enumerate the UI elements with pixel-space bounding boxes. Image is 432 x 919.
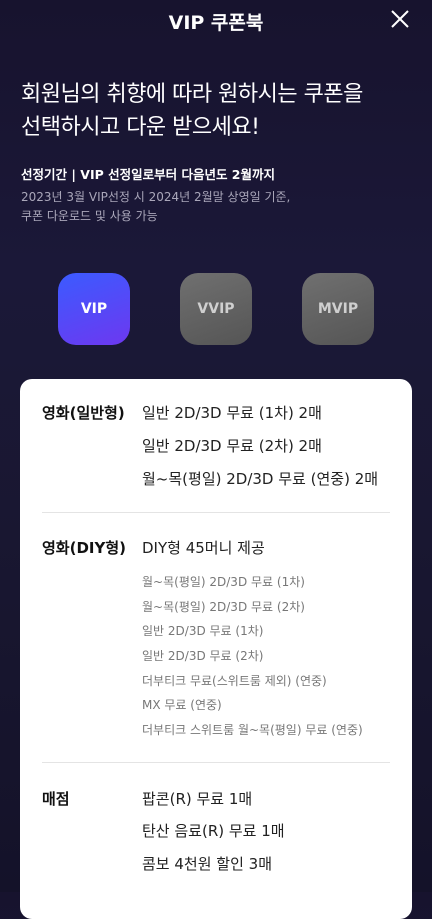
list-item: 월~목(평일) 2D/3D 무료 (연중) 2매	[142, 470, 379, 488]
close-icon[interactable]	[390, 9, 410, 29]
period-note-line-2: 쿠폰 다운로드 및 사용 가능	[21, 209, 158, 223]
tier-vvip-label: VVIP	[197, 301, 235, 317]
list-item: 월~목(평일) 2D/3D 무료 (1차)	[142, 575, 305, 589]
tier-vip-button[interactable]: VIP	[58, 273, 130, 345]
list-item: MX 무료 (연중)	[142, 698, 222, 712]
selection-period: 선정기간 | VIP 선정일로부터 다음년도 2월까지	[21, 167, 276, 182]
list-item: 더부티크 무료(스위트룸 제외) (연중)	[142, 674, 327, 688]
headline-line-1: 회원님의 취향에 따라 원하시는 쿠폰을	[21, 82, 363, 107]
divider	[42, 512, 390, 513]
category-movie-diy: 영화(DIY형)	[42, 539, 127, 557]
headline: 회원님의 취향에 따라 원하시는 쿠폰을 선택하시고 다운 받으세요!	[21, 78, 363, 144]
list-item: 일반 2D/3D 무료 (1차) 2매	[142, 404, 322, 422]
list-item: 탄산 음료(R) 무료 1매	[142, 822, 285, 840]
period-note: 2023년 3월 VIP선정 시 2024년 2월말 상영일 기준, 쿠폰 다운…	[21, 188, 290, 226]
page-title: VIP 쿠폰북	[168, 12, 264, 34]
list-item: 일반 2D/3D 무료 (1차)	[142, 624, 264, 638]
list-item: 일반 2D/3D 무료 (2차) 2매	[142, 437, 322, 455]
category-movie-general: 영화(일반형)	[42, 404, 125, 422]
coupon-card: 영화(일반형) 일반 2D/3D 무료 (1차) 2매 일반 2D/3D 무료 …	[20, 379, 412, 919]
period-note-line-1: 2023년 3월 VIP선정 시 2024년 2월말 상영일 기준,	[21, 190, 291, 204]
diy-main-item: DIY형 45머니 제공	[142, 539, 265, 557]
tier-mvip-label: MVIP	[317, 301, 359, 317]
header: VIP 쿠폰북	[0, 0, 432, 40]
tier-vvip-button[interactable]: VVIP	[180, 273, 252, 345]
list-item: 더부티크 스위트룸 월~목(평일) 무료 (연중)	[142, 723, 363, 737]
list-item: 콤보 4천원 할인 3매	[142, 855, 272, 873]
tier-mvip-button[interactable]: MVIP	[302, 273, 374, 345]
category-store: 매점	[42, 790, 70, 808]
tier-vip-label: VIP	[80, 301, 108, 317]
list-item: 일반 2D/3D 무료 (2차)	[142, 649, 264, 663]
list-item: 팝콘(R) 무료 1매	[142, 790, 253, 808]
divider	[42, 762, 390, 763]
list-item: 월~목(평일) 2D/3D 무료 (2차)	[142, 600, 305, 614]
headline-line-2: 선택하시고 다운 받으세요!	[21, 115, 260, 140]
